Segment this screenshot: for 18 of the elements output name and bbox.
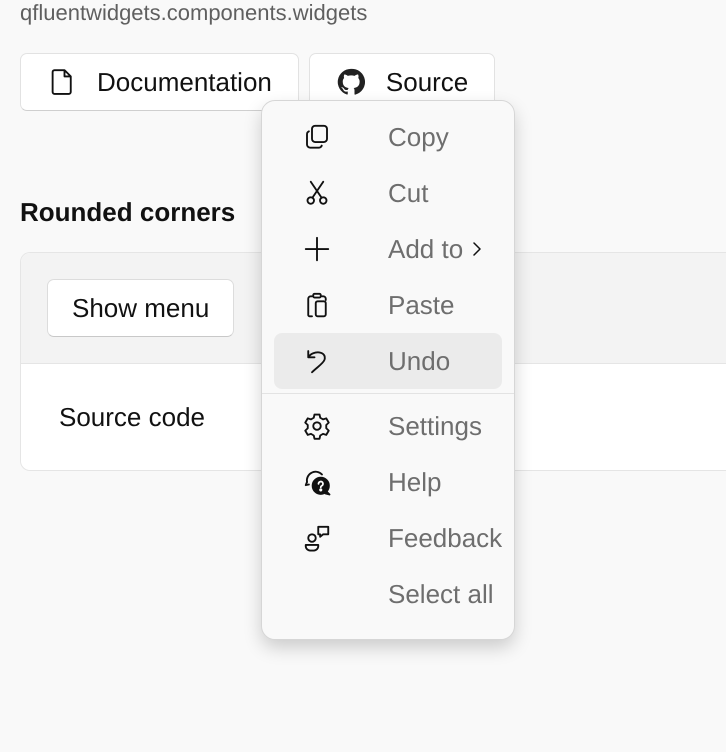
- menu-item[interactable]: Feedback: [274, 510, 502, 566]
- menu-item[interactable]: Help: [274, 454, 502, 510]
- menu-item[interactable]: Undo: [274, 333, 502, 389]
- settings-icon: [302, 411, 332, 441]
- github-icon: [336, 67, 366, 97]
- link-button[interactable]: Documentation: [20, 53, 299, 111]
- module-path: qfluentwidgets.components.widgets: [20, 0, 368, 26]
- menu-item[interactable]: Cut: [274, 165, 502, 221]
- source-code-label: Source code: [59, 402, 205, 432]
- menu-item[interactable]: Add to: [274, 221, 502, 277]
- menu-item[interactable]: Settings: [274, 398, 502, 454]
- feedback-icon: [302, 523, 332, 553]
- menu-item[interactable]: Select all: [274, 566, 502, 622]
- section-title: Rounded corners: [20, 197, 236, 228]
- menu-item[interactable]: Copy: [274, 109, 502, 165]
- show-menu-button[interactable]: Show menu: [47, 279, 234, 337]
- menu-item[interactable]: Paste: [274, 277, 502, 333]
- add-icon: [302, 234, 332, 264]
